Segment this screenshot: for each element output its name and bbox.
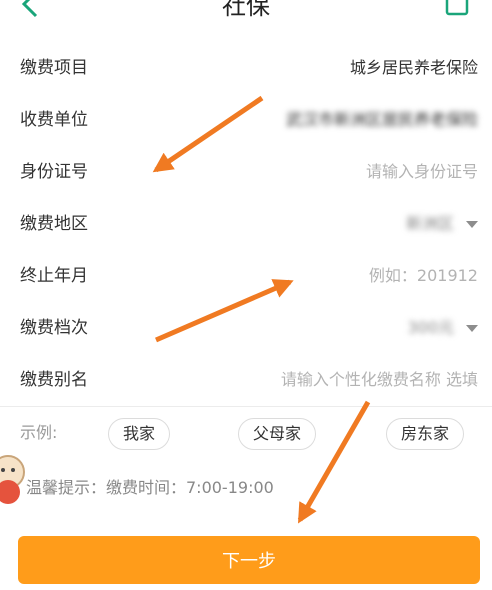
top-bar: 社保 — [0, 0, 492, 40]
tier-select[interactable]: 300元 — [407, 302, 478, 354]
document-icon[interactable] — [444, 0, 470, 16]
examples-row: 示例: 我家 父母家 房东家 — [0, 404, 492, 462]
next-step-button[interactable]: 下一步 — [18, 536, 480, 584]
id-number-input[interactable]: 请输入身份证号 — [366, 146, 478, 198]
row-payment-tier[interactable]: 缴费档次 300元 — [0, 302, 492, 355]
warm-tip-text: 温馨提示：缴费时间：7:00-19:00 — [26, 478, 274, 497]
row-payment-alias[interactable]: 缴费别名 请输入个性化缴费名称 选填 — [0, 354, 492, 407]
row-label: 缴费项目 — [20, 58, 88, 78]
chevron-down-icon — [466, 325, 478, 332]
end-month-input[interactable]: 例如：201912 — [369, 250, 478, 302]
example-chip-my-home[interactable]: 我家 — [108, 418, 171, 450]
region-select[interactable]: 新洲区 — [406, 198, 478, 250]
tier-value: 300元 — [407, 318, 454, 337]
alias-input[interactable]: 请输入个性化缴费名称 选填 — [281, 354, 478, 406]
payee-unit-value: 武汉市新洲区居民养老保险 — [285, 110, 478, 129]
row-payee-unit[interactable]: 收费单位 武汉市新洲区居民养老保险 — [0, 94, 492, 147]
payment-item-value: 城乡居民养老保险 — [349, 58, 478, 77]
example-chip-parents-home[interactable]: 父母家 — [238, 418, 317, 450]
row-label: 收费单位 — [20, 110, 88, 130]
region-value: 新洲区 — [405, 214, 454, 233]
row-label: 缴费别名 — [20, 370, 88, 390]
row-id-number[interactable]: 身份证号 请输入身份证号 — [0, 146, 492, 199]
row-label: 身份证号 — [20, 162, 88, 182]
row-payment-region[interactable]: 缴费地区 新洲区 — [0, 198, 492, 251]
row-label: 缴费档次 — [20, 318, 88, 338]
chevron-down-icon — [466, 221, 478, 228]
row-label: 终止年月 — [20, 266, 88, 286]
row-end-month[interactable]: 终止年月 例如：201912 — [0, 250, 492, 303]
row-label: 缴费地区 — [20, 214, 88, 234]
row-payment-item[interactable]: 缴费项目 城乡居民养老保险 — [0, 42, 492, 95]
example-chip-landlord-home[interactable]: 房东家 — [386, 418, 465, 450]
page-title: 社保 — [222, 0, 270, 20]
